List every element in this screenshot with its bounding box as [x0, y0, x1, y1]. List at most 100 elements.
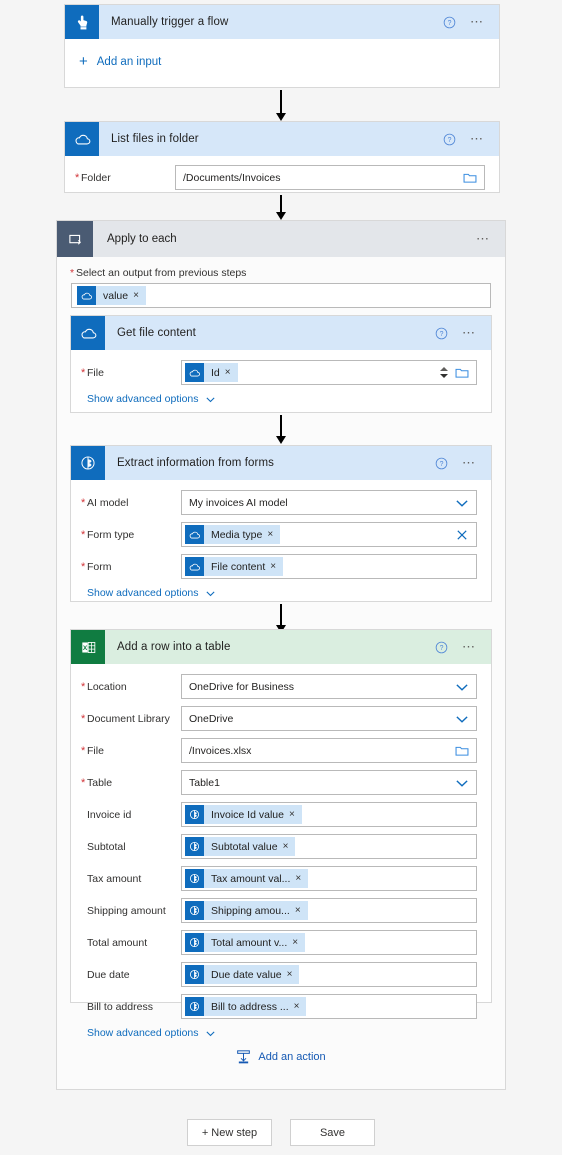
token-chip-media-type[interactable]: Media type ×	[185, 525, 281, 544]
field-row-folder: Folder /Documents/Invoices	[75, 165, 485, 190]
select-output-input[interactable]: value ×	[71, 283, 491, 308]
token-remove-icon[interactable]: ×	[133, 290, 146, 301]
get-file-content-body: File Id ×	[71, 350, 491, 417]
loop-header[interactable]: Apply to each ⋯	[57, 221, 505, 257]
field-row-due-date: Due date Due date value ×	[85, 962, 477, 987]
chevron-down-icon	[205, 1030, 215, 1036]
chevron-down-icon[interactable]	[455, 712, 469, 726]
help-circle-icon[interactable]: ?	[443, 133, 456, 146]
trigger-card-header[interactable]: Manually trigger a flow ? ⋯	[65, 5, 499, 39]
token-chip-invoice-id-value[interactable]: Invoice Id value ×	[185, 805, 302, 824]
action-card-list-files-in-folder[interactable]: List files in folder ? ⋯ Folder /Documen…	[64, 121, 500, 193]
chevron-down-icon[interactable]	[455, 680, 469, 694]
save-button[interactable]: Save	[290, 1119, 375, 1146]
action-card-add-a-row-into-a-table[interactable]: X Add a row into a table ? ⋯ Location On…	[70, 629, 492, 1039]
help-circle-icon[interactable]: ?	[435, 457, 448, 470]
list-files-card-title: List files in folder	[111, 133, 199, 145]
field-row-bill-to-address: Bill to address Bill to address ... ×	[85, 994, 477, 1019]
new-step-button[interactable]: + New step	[187, 1119, 272, 1146]
trigger-card-manually-trigger-a-flow[interactable]: Manually trigger a flow ? ⋯ + Add an inp…	[64, 4, 500, 88]
get-file-content-header[interactable]: Get file content ? ⋯	[71, 316, 491, 350]
show-advanced-options-get-file-content[interactable]: Show advanced options	[87, 393, 216, 405]
token-chip-due-date-value[interactable]: Due date value ×	[185, 965, 300, 984]
token-remove-icon[interactable]: ×	[287, 969, 300, 980]
token-remove-icon[interactable]: ×	[289, 809, 302, 820]
invoice-id-token-input[interactable]: Invoice Id value ×	[181, 802, 477, 827]
token-chip-label: Bill to address ...	[211, 1000, 289, 1013]
location-dropdown[interactable]: OneDrive for Business	[181, 674, 477, 699]
help-circle-icon[interactable]: ?	[435, 327, 448, 340]
token-chip-bill-to-address-value[interactable]: Bill to address ... ×	[185, 997, 307, 1016]
chevron-down-icon[interactable]	[455, 776, 469, 790]
token-remove-icon[interactable]: ×	[225, 367, 238, 378]
due-date-token-input[interactable]: Due date value ×	[181, 962, 477, 987]
location-value: OneDrive for Business	[189, 680, 295, 693]
token-chip-subtotal-value[interactable]: Subtotal value ×	[185, 837, 296, 856]
ellipsis-icon[interactable]: ⋯	[462, 456, 477, 469]
extract-forms-actions: ? ⋯	[435, 456, 491, 470]
field-label-form: Form	[81, 561, 181, 573]
token-chip-value[interactable]: value ×	[77, 286, 146, 305]
total-amount-token-input[interactable]: Total amount v... ×	[181, 930, 477, 955]
action-card-extract-information-from-forms[interactable]: Extract information from forms ? ⋯ AI mo…	[70, 445, 492, 602]
onedrive-cloud-icon	[65, 122, 99, 156]
folder-input[interactable]: /Documents/Invoices	[175, 165, 485, 190]
show-advanced-options-add-row[interactable]: Show advanced options	[87, 1027, 216, 1039]
shipping-amount-token-input[interactable]: Shipping amou... ×	[181, 898, 477, 923]
clear-x-icon[interactable]	[456, 529, 468, 541]
field-label-ai-model: AI model	[81, 497, 181, 509]
help-circle-icon[interactable]: ?	[435, 641, 448, 654]
list-files-card-body: Folder /Documents/Invoices	[65, 156, 499, 202]
add-an-action-button[interactable]: Add an action	[0, 1049, 562, 1064]
extract-forms-header[interactable]: Extract information from forms ? ⋯	[71, 446, 491, 480]
show-advanced-options-extract-forms[interactable]: Show advanced options	[87, 587, 216, 599]
file-token-input[interactable]: Id ×	[181, 360, 477, 385]
token-chip-file-content[interactable]: File content ×	[185, 557, 284, 576]
field-label-form-type: Form type	[81, 529, 181, 541]
ellipsis-icon[interactable]: ⋯	[462, 640, 477, 653]
file-path-input[interactable]: /Invoices.xlsx	[181, 738, 477, 763]
add-row-header[interactable]: X Add a row into a table ? ⋯	[71, 630, 491, 664]
token-remove-icon[interactable]: ×	[283, 841, 296, 852]
token-chip-id[interactable]: Id ×	[185, 363, 238, 382]
chevron-down-icon[interactable]	[455, 496, 469, 510]
folder-icon[interactable]	[455, 744, 469, 757]
add-action-icon	[237, 1050, 251, 1064]
ai-builder-icon	[185, 805, 204, 824]
table-dropdown[interactable]: Table1	[181, 770, 477, 795]
ellipsis-icon[interactable]: ⋯	[476, 232, 491, 245]
folder-icon[interactable]	[463, 171, 477, 184]
bill-to-address-token-input[interactable]: Bill to address ... ×	[181, 994, 477, 1019]
token-chip-tax-amount-value[interactable]: Tax amount val... ×	[185, 869, 309, 888]
tax-amount-token-input[interactable]: Tax amount val... ×	[181, 866, 477, 891]
token-remove-icon[interactable]: ×	[294, 1001, 307, 1012]
token-remove-icon[interactable]: ×	[295, 873, 308, 884]
folder-icon[interactable]	[455, 366, 469, 379]
folder-input-value: /Documents/Invoices	[183, 171, 281, 184]
table-value: Table1	[189, 776, 220, 789]
token-chip-shipping-amount-value[interactable]: Shipping amou... ×	[185, 901, 308, 920]
field-row-form-type: Form type Media type ×	[81, 522, 477, 547]
svg-text:?: ?	[440, 461, 444, 468]
ellipsis-icon[interactable]: ⋯	[470, 132, 485, 145]
loop-select-output-section: Select an output from previous steps val…	[57, 257, 505, 308]
help-circle-icon[interactable]: ?	[443, 16, 456, 29]
ellipsis-icon[interactable]: ⋯	[462, 326, 477, 339]
ai-model-dropdown[interactable]: My invoices AI model	[181, 490, 477, 515]
subtotal-token-input[interactable]: Subtotal value ×	[181, 834, 477, 859]
list-files-card-header[interactable]: List files in folder ? ⋯	[65, 122, 499, 156]
token-remove-icon[interactable]: ×	[295, 905, 308, 916]
field-label-subtotal: Subtotal	[87, 840, 126, 853]
add-an-input-button[interactable]: + Add an input	[79, 54, 161, 69]
document-library-dropdown[interactable]: OneDrive	[181, 706, 477, 731]
add-an-action-label: Add an action	[258, 1050, 326, 1063]
spinner-arrows-icon[interactable]	[438, 367, 449, 378]
form-type-token-input[interactable]: Media type ×	[181, 522, 477, 547]
token-remove-icon[interactable]: ×	[267, 529, 280, 540]
form-token-input[interactable]: File content ×	[181, 554, 477, 579]
token-chip-total-amount-value[interactable]: Total amount v... ×	[185, 933, 306, 952]
ellipsis-icon[interactable]: ⋯	[470, 15, 485, 28]
token-remove-icon[interactable]: ×	[292, 937, 305, 948]
token-remove-icon[interactable]: ×	[270, 561, 283, 572]
action-card-get-file-content[interactable]: Get file content ? ⋯ File	[70, 315, 492, 413]
